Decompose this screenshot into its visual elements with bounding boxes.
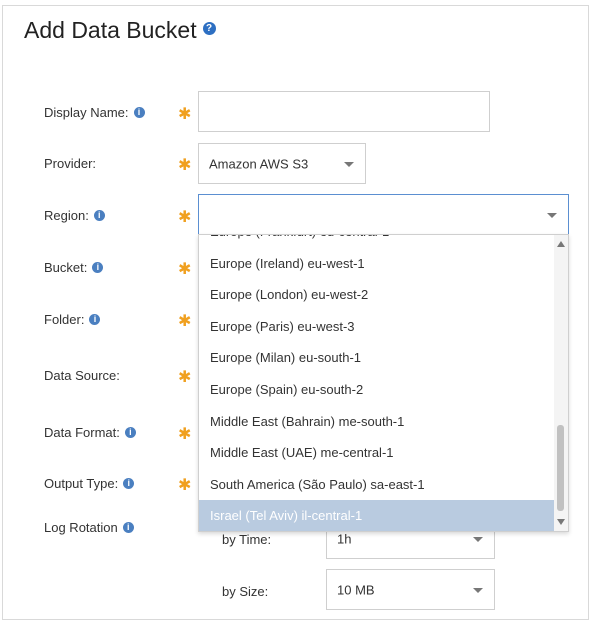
region-label-text: Region:: [44, 208, 89, 223]
log-rotation-label-text: Log Rotation: [44, 520, 118, 535]
required-icon: ✱: [178, 369, 192, 386]
region-option[interactable]: Europe (Frankfurt) eu-central-1: [199, 235, 554, 248]
info-icon[interactable]: i: [133, 107, 145, 119]
by-time-label: by Time:: [222, 532, 272, 547]
required-icon: ✱: [178, 261, 192, 278]
page-title-text: Add Data Bucket: [24, 17, 197, 43]
chevron-down-icon: [473, 536, 483, 542]
chevron-down-icon: [473, 587, 483, 593]
data-source-label: Data Source:: [44, 368, 120, 383]
help-icon[interactable]: ?: [202, 22, 216, 36]
region-option[interactable]: Europe (Milan) eu-south-1: [199, 342, 554, 374]
display-name-label-text: Display Name:: [44, 105, 129, 120]
info-icon[interactable]: i: [89, 314, 101, 326]
scroll-up-arrow-icon[interactable]: [557, 241, 565, 247]
info-icon[interactable]: i: [124, 427, 136, 439]
region-option[interactable]: Middle East (Bahrain) me-south-1: [199, 406, 554, 438]
data-format-label-text: Data Format:: [44, 425, 120, 440]
info-icon[interactable]: i: [92, 262, 104, 274]
data-format-label: Data Format: i: [44, 425, 136, 440]
chevron-down-icon: [547, 212, 557, 218]
required-icon: ✱: [178, 209, 192, 226]
region-dropdown-list: Europe (Frankfurt) eu-central-1 Europe (…: [198, 234, 569, 532]
display-name-input[interactable]: [198, 91, 490, 132]
chevron-down-icon: [344, 161, 354, 167]
region-label: Region: i: [44, 208, 105, 223]
dropdown-scrollbar[interactable]: [554, 235, 568, 531]
output-type-label-text: Output Type:: [44, 476, 119, 491]
bucket-label-text: Bucket:: [44, 260, 88, 275]
folder-label: Folder: i: [44, 312, 101, 327]
region-option[interactable]: Europe (Ireland) eu-west-1: [199, 248, 554, 280]
by-size-select[interactable]: 10 MB: [326, 569, 495, 610]
info-icon[interactable]: i: [122, 522, 134, 534]
required-icon: ✱: [178, 426, 192, 443]
output-type-label: Output Type: i: [44, 476, 135, 491]
page-title: Add Data Bucket?: [24, 17, 216, 44]
info-icon[interactable]: i: [123, 478, 135, 490]
bucket-label: Bucket: i: [44, 260, 104, 275]
scroll-down-arrow-icon[interactable]: [557, 519, 565, 525]
log-rotation-label: Log Rotation i: [44, 520, 134, 535]
region-option[interactable]: Europe (Paris) eu-west-3: [199, 311, 554, 343]
region-option[interactable]: South America (São Paulo) sa-east-1: [199, 469, 554, 501]
required-icon: ✱: [178, 477, 192, 494]
provider-label: Provider:: [44, 156, 97, 171]
region-option[interactable]: Europe (Spain) eu-south-2: [199, 374, 554, 406]
by-size-label: by Size:: [222, 584, 269, 599]
required-icon: ✱: [178, 106, 192, 123]
by-time-value: 1h: [337, 531, 352, 546]
region-option[interactable]: Middle East (UAE) me-central-1: [199, 437, 554, 469]
required-icon: ✱: [178, 313, 192, 330]
info-icon[interactable]: i: [93, 210, 105, 222]
region-option-highlighted[interactable]: Israel (Tel Aviv) il-central-1: [199, 500, 554, 531]
by-size-value: 10 MB: [337, 582, 375, 597]
region-option[interactable]: Europe (London) eu-west-2: [199, 279, 554, 311]
required-icon: ✱: [178, 157, 192, 174]
provider-value: Amazon AWS S3: [209, 156, 309, 171]
scrollbar-thumb[interactable]: [557, 425, 564, 511]
region-select[interactable]: [198, 194, 569, 235]
display-name-label: Display Name: i: [44, 105, 145, 120]
folder-label-text: Folder:: [44, 312, 85, 327]
provider-select[interactable]: Amazon AWS S3: [198, 143, 366, 184]
